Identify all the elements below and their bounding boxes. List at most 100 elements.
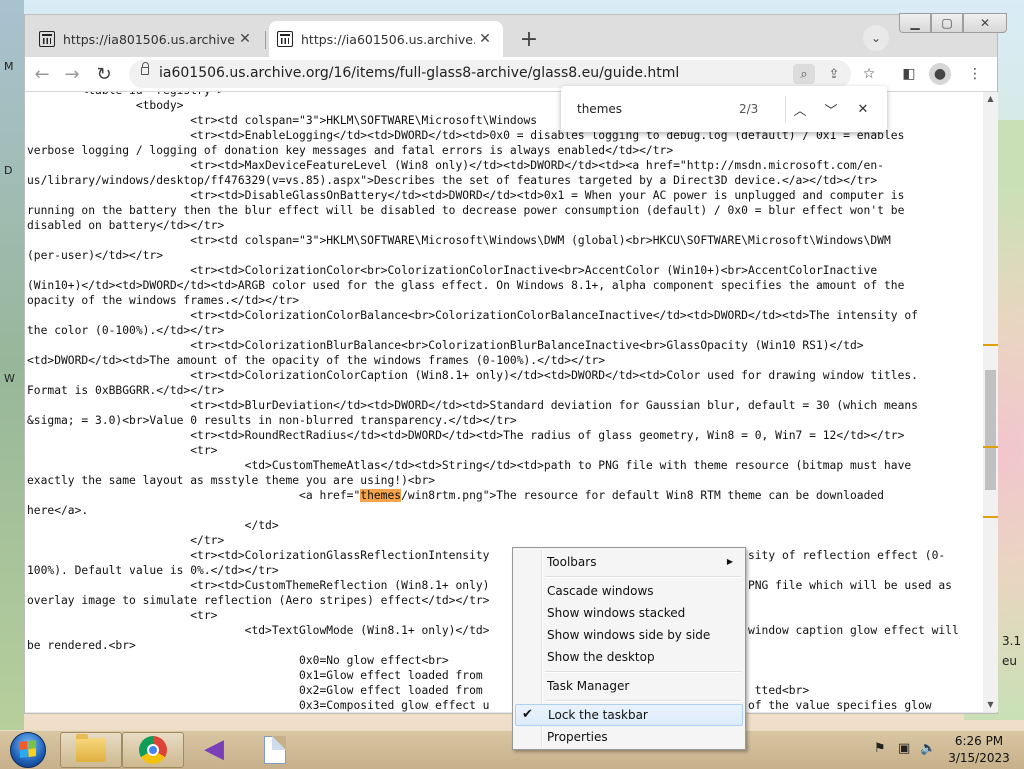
address-bar[interactable]: ia601506.us.archive.org/16/items/full-gl…: [129, 60, 851, 88]
find-bar: themes 2/3 ︿ ﹀ ✕: [561, 86, 887, 132]
source-code-text: <table id="registry"> <tbody> <tr><td co…: [27, 92, 959, 712]
network-icon[interactable]: ▣: [898, 741, 910, 756]
address-url[interactable]: ia601506.us.archive.org/16/items/full-gl…: [159, 65, 679, 81]
find-next-chevron-down-icon[interactable]: ﹀: [820, 98, 842, 120]
folder-icon: [76, 734, 106, 762]
menu-item-properties[interactable]: Properties: [515, 726, 743, 748]
archive-favicon-icon: [39, 31, 55, 47]
code-line: <tr><td>DisableGlassOnBattery</td><td>DW…: [27, 189, 905, 202]
menu-item-toolbars[interactable]: Toolbars ▶: [515, 551, 743, 573]
menu-item-show-the-desktop[interactable]: Show the desktop: [515, 646, 743, 668]
page-content: <table id="registry"> <tbody> <tr><td co…: [25, 92, 983, 712]
code-line: opacity of the windows frames.</td></tr>: [27, 294, 300, 307]
code-line: 0x3=Composited glow effect u of the valu…: [27, 699, 932, 712]
code-line: 100%). Default value is 0%.</td></tr>: [27, 564, 279, 577]
find-close-icon[interactable]: ✕: [852, 98, 874, 120]
side-panel-icon[interactable]: ◧: [897, 63, 921, 85]
taskbar-explorer[interactable]: [60, 732, 122, 768]
scroll-down-arrow-icon[interactable]: ▼: [983, 698, 998, 712]
code-line: verbose logging / logging of donation ke…: [27, 144, 674, 157]
menu-item-label: Show the desktop: [547, 650, 655, 664]
code-line: <td>TextGlowMode (Win8.1+ only)</td> win…: [27, 624, 959, 637]
code-line: (per-user)</td></tr>: [27, 249, 164, 262]
desktop-edge-text: W: [4, 372, 15, 385]
menu-item-label: Show windows side by side: [547, 628, 711, 642]
find-match-marker: [983, 344, 998, 346]
menu-item-lock-the-taskbar[interactable]: ✔ Lock the taskbar: [515, 704, 743, 726]
taskbar-clock[interactable]: 6:26 PM 3/15/2023: [944, 733, 1014, 767]
chrome-icon: [139, 736, 167, 764]
menu-kebab-icon[interactable]: ⋮: [963, 63, 987, 85]
forward-arrow-icon[interactable]: →: [59, 61, 85, 87]
code-line: be rendered.<br>: [27, 639, 136, 652]
share-icon[interactable]: ⇪: [823, 64, 845, 84]
tab-archive-1[interactable]: https://ia801506.us.archive.org/1 ✕: [31, 21, 263, 57]
desktop-edge-text: 3.1: [1002, 634, 1022, 648]
menu-item-cascade-windows[interactable]: Cascade windows: [515, 580, 743, 602]
find-previous-chevron-up-icon[interactable]: ︿: [789, 98, 811, 120]
code-line: here</a>.: [27, 504, 89, 517]
find-highlight: themes: [360, 489, 402, 502]
start-button[interactable]: [4, 731, 52, 769]
code-line: <td>CustomThemeAtlas</td><td>String</td>…: [27, 459, 912, 472]
code-line: <tr><td>MaxDeviceFeatureLevel (Win8 only…: [27, 159, 884, 172]
taskbar-chrome[interactable]: [122, 732, 184, 768]
maximize-button[interactable]: ▢: [931, 13, 963, 33]
code-line: <tr><td colspan="3">HKLM\SOFTWARE\Micros…: [27, 114, 538, 127]
tab-close-icon[interactable]: ✕: [235, 31, 255, 47]
find-input[interactable]: themes: [577, 102, 622, 116]
desktop-edge-text: D: [4, 164, 13, 177]
taskbar-context-menu: Toolbars ▶ Cascade windows Show windows …: [512, 547, 746, 750]
submenu-arrow-icon: ▶: [726, 557, 733, 566]
lock-icon[interactable]: [141, 62, 149, 75]
tab-search-chevron-icon[interactable]: ⌄: [863, 25, 889, 51]
document-icon: [264, 736, 286, 764]
tab-close-icon[interactable]: ✕: [475, 31, 495, 47]
zoom-search-icon[interactable]: ⌕: [793, 64, 815, 84]
flag-icon[interactable]: ⚑: [874, 741, 886, 756]
new-tab-button[interactable]: +: [515, 25, 543, 53]
find-match-marker: [983, 516, 998, 518]
code-line-rest: /win8rtm.png">The resource for default W…: [401, 489, 884, 502]
code-line: <tr><td>ColorizationGlassReflectionInten…: [27, 549, 946, 562]
code-line: <tr><td>BlurDeviation</td><td>DWORD</td>…: [27, 399, 918, 412]
scroll-thumb[interactable]: [985, 370, 996, 490]
clock-date: 3/15/2023: [948, 751, 1010, 765]
vertical-scrollbar[interactable]: ▲ ▼: [983, 92, 998, 712]
menu-item-show-windows-stacked[interactable]: Show windows stacked: [515, 602, 743, 624]
code-line: <tr>: [27, 444, 218, 457]
find-divider: [785, 96, 786, 122]
code-line: <td>DWORD</td><td>The amount of the opac…: [27, 354, 606, 367]
code-line: running on the battery then the blur eff…: [27, 204, 905, 217]
code-line: </td>: [27, 519, 279, 532]
menu-separator: [545, 671, 741, 673]
code-line: disabled on battery</td></tr>: [27, 219, 225, 232]
taskbar-notepad[interactable]: [244, 732, 306, 768]
volume-icon[interactable]: 🔈: [920, 741, 936, 756]
code-line: the color (0-100%).</td></tr>: [27, 324, 225, 337]
code-line: <table id="registry">: [27, 92, 224, 97]
reload-icon[interactable]: ↻: [91, 61, 117, 87]
menu-item-show-windows-side-by-side[interactable]: Show windows side by side: [515, 624, 743, 646]
window-close-button[interactable]: ✕: [963, 13, 1007, 33]
code-line: us/library/windows/desktop/ff476329(v=vs…: [27, 174, 878, 187]
minimize-button[interactable]: ▁: [899, 13, 931, 33]
code-line: <tbody>: [27, 99, 184, 112]
code-line: 0x1=Glow effect loaded from: [27, 669, 483, 682]
bookmark-star-icon[interactable]: ☆: [857, 63, 881, 85]
taskbar-visual-studio[interactable]: [184, 732, 246, 768]
tab-archive-2[interactable]: https://ia601506.us.archive.org/1 ✕: [269, 21, 503, 57]
tab-divider: [265, 31, 266, 49]
code-line: <tr><td colspan="3">HKLM\SOFTWARE\Micros…: [27, 234, 891, 247]
menu-item-label: Cascade windows: [547, 584, 654, 598]
profile-avatar-icon[interactable]: ●: [929, 63, 951, 85]
code-line: <a href=": [27, 489, 361, 502]
find-match-marker: [983, 446, 998, 448]
clock-time: 6:26 PM: [954, 734, 1004, 748]
menu-separator: [545, 700, 741, 702]
desktop-left-strip: [0, 0, 24, 730]
menu-item-task-manager[interactable]: Task Manager: [515, 675, 743, 697]
back-arrow-icon[interactable]: ←: [29, 61, 55, 87]
scroll-up-arrow-icon[interactable]: ▲: [983, 92, 998, 106]
desktop-edge-text: M: [4, 60, 14, 73]
